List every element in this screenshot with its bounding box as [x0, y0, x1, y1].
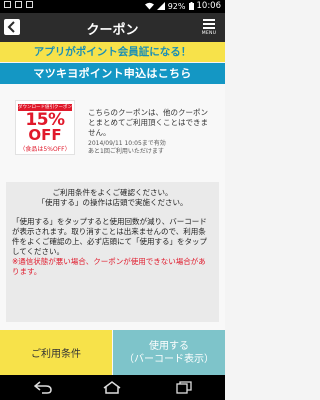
battery-icon	[188, 2, 194, 10]
terms-body: 「使用する」をタップすると使用回数が減り、バーコードが表示されます。取り消すこと…	[12, 217, 213, 277]
menu-icon	[203, 19, 215, 31]
coupon-food-note: （食品は5%OFF）	[19, 146, 71, 153]
wifi-icon	[144, 2, 154, 10]
status-bar-system: 92% 10:06	[144, 1, 222, 11]
nav-home-icon[interactable]	[102, 381, 122, 394]
notification-icon	[26, 1, 33, 8]
use-coupon-sublabel: （バーコード表示）	[124, 353, 214, 365]
notification-icon	[15, 1, 22, 8]
point-card-promo-banner[interactable]: アプリがポイント会員証になる！	[0, 42, 225, 62]
terms-heading: ご利用条件をよくご確認ください。 「使用する」の操作は店頭で実施ください。	[6, 188, 219, 208]
terms-heading-line1: ご利用条件をよくご確認ください。	[52, 188, 173, 197]
signal-icon	[156, 2, 165, 10]
terms-button[interactable]: ご利用条件	[0, 330, 112, 375]
use-coupon-label: 使用する	[149, 340, 189, 352]
app-header: クーポン MENU	[0, 13, 225, 42]
clock: 10:06	[196, 1, 222, 11]
menu-button[interactable]: MENU	[199, 18, 219, 38]
coupon-remaining-uses: あと1回ご利用いただけます	[88, 148, 164, 155]
coupon-validity: 2014/09/11 10:05まで有効 あと1回ご利用いただけます	[88, 140, 213, 156]
page-title: クーポン	[86, 23, 139, 38]
coupon-description: こちらのクーポンは、他のクーポンとまとめてご利用頂くことはできません。	[88, 108, 208, 137]
nav-recent-icon[interactable]	[176, 381, 192, 394]
terms-heading-line2: 「使用する」の操作は店頭で実施ください。	[37, 198, 188, 207]
coupon-image: ダウンロード値引クーポン 15% OFF （食品は5%OFF）	[15, 100, 75, 155]
system-nav-bar	[0, 375, 225, 400]
menu-label: MENU	[201, 31, 217, 36]
nav-back-icon[interactable]	[34, 381, 52, 394]
terms-body-text: 「使用する」をタップすると使用回数が減り、バーコードが表示されます。取り消すこと…	[12, 217, 207, 256]
coupon-expiry: 2014/09/11 10:05まで有効	[88, 140, 166, 147]
point-apply-banner[interactable]: マツキヨポイント申込はこちら	[0, 63, 225, 84]
coupon-off-label: OFF	[28, 126, 62, 144]
battery-level: 92%	[167, 1, 186, 11]
terms-notice: ご利用条件をよくご確認ください。 「使用する」の操作は店頭で実施ください。 「使…	[6, 182, 219, 322]
status-bar-notifications	[4, 1, 33, 8]
terms-warning: ※通信状態が悪い場合、クーポンが使用できない場合があります。	[12, 257, 206, 276]
notification-icon	[4, 1, 11, 8]
use-coupon-button[interactable]: 使用する （バーコード表示）	[113, 330, 225, 375]
status-bar: 92% 10:06	[0, 0, 225, 13]
